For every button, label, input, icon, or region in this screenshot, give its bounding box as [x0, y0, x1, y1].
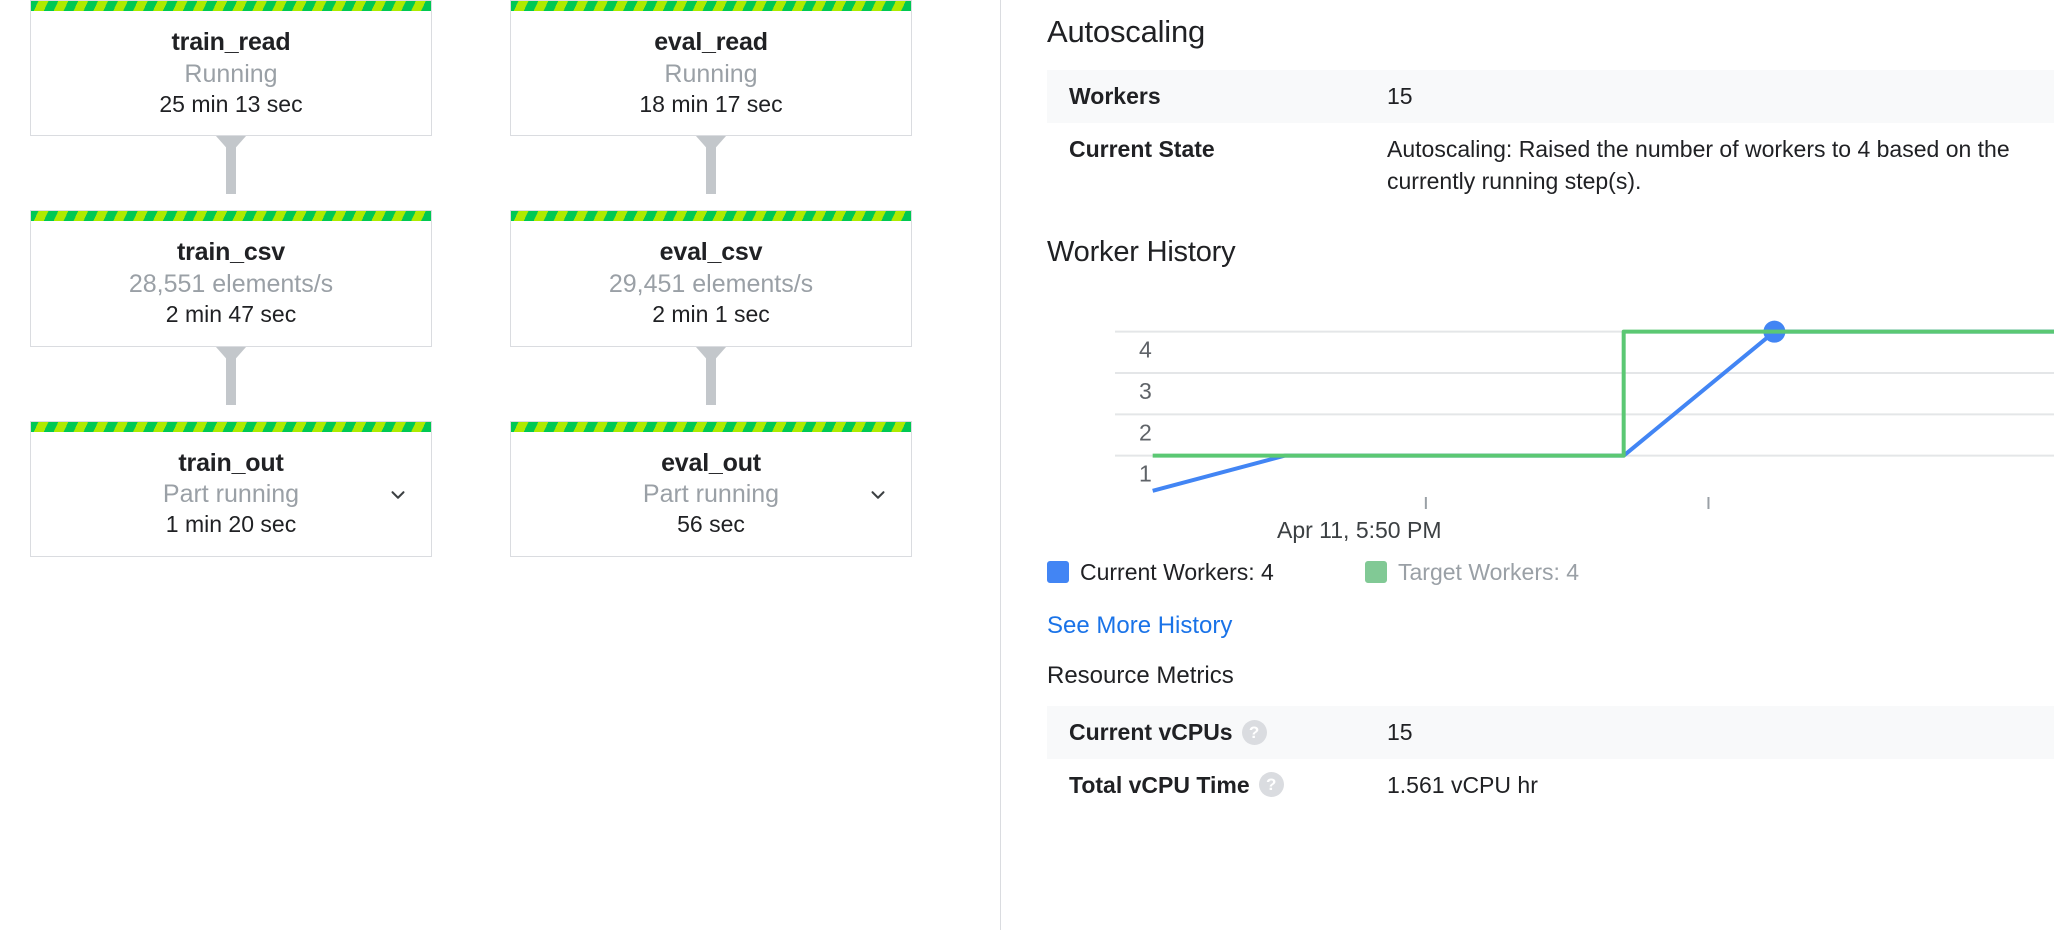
- autoscaling-table: Workers 15 Current State Autoscaling: Ra…: [1047, 70, 2054, 208]
- table-row: Total vCPU Time ? 1.561 vCPU hr: [1047, 759, 2054, 812]
- node-status: Part running: [642, 480, 780, 509]
- node-duration: 56 sec: [677, 511, 745, 538]
- pipeline-column-train: train_read Running 25 min 13 sec train_c…: [30, 0, 432, 558]
- pipeline-graph-panel: train_read Running 25 min 13 sec train_c…: [0, 0, 1000, 930]
- chart-legend: Current Workers: 4 Target Workers: 4: [1047, 559, 2054, 586]
- progress-stripe: [510, 210, 912, 222]
- node-connector: [510, 346, 912, 421]
- pipeline-column-eval: eval_read Running 18 min 17 sec eval_csv…: [510, 0, 912, 558]
- node-title: eval_out: [661, 448, 761, 477]
- x-axis-tick-label: Apr 11, 5:50 PM: [1277, 516, 1442, 543]
- node-throughput: 28,551 elements/s: [128, 269, 334, 298]
- progress-stripe: [30, 210, 432, 222]
- legend-item-target-workers[interactable]: Target Workers: 4: [1365, 559, 1579, 586]
- legend-swatch: [1047, 561, 1069, 584]
- svg-text:2: 2: [1139, 419, 1152, 445]
- autoscaling-heading: Autoscaling: [1047, 14, 1206, 49]
- node-title: eval_csv: [659, 238, 763, 267]
- row-value: 15: [1387, 718, 1413, 745]
- row-key: Workers: [1069, 80, 1387, 113]
- progress-stripe: [510, 0, 912, 11]
- node-duration: 25 min 13 sec: [159, 90, 303, 117]
- legend-item-current-workers[interactable]: Current Workers: 4: [1047, 559, 1365, 586]
- node-title: train_csv: [177, 238, 285, 267]
- row-key-label: Total vCPU Time: [1069, 771, 1250, 798]
- legend-swatch: [1365, 561, 1387, 584]
- node-title: eval_read: [654, 28, 768, 56]
- row-key: Current vCPUs ?: [1069, 716, 1387, 749]
- node-title: train_out: [178, 448, 284, 477]
- worker-history-chart[interactable]: 1 2 3 4 Apr 11, 5:50 PM: [1047, 295, 2054, 545]
- table-row: Current State Autoscaling: Raised the nu…: [1047, 123, 2054, 208]
- see-more-history-link[interactable]: See More History: [1047, 612, 1232, 640]
- node-duration: 18 min 17 sec: [639, 90, 783, 117]
- worker-history-heading: Worker History: [1047, 235, 1236, 268]
- progress-stripe: [30, 0, 432, 11]
- help-icon[interactable]: ?: [1241, 719, 1267, 745]
- table-row: Current vCPUs ? 15: [1047, 705, 2054, 759]
- row-key-label: Current vCPUs: [1069, 718, 1233, 745]
- row-key-label: Workers: [1069, 83, 1161, 109]
- progress-stripe: [510, 420, 912, 432]
- row-value: Autoscaling: Raised the number of worker…: [1387, 135, 2010, 195]
- node-status: Running: [184, 59, 278, 88]
- progress-stripe: [30, 420, 432, 432]
- svg-text:3: 3: [1139, 378, 1152, 404]
- node-status: Running: [664, 59, 758, 88]
- row-key-label: Current State: [1069, 135, 1215, 162]
- row-value: 1.561 vCPU hr: [1387, 771, 1538, 798]
- legend-label: Target Workers: 4: [1398, 558, 1580, 585]
- resource-metrics-table: Current vCPUs ? 15 Total vCPU Time ? 1.5…: [1047, 705, 2054, 812]
- row-key: Current State: [1069, 133, 1387, 166]
- pipeline-node-eval-csv[interactable]: eval_csv 29,451 elements/s 2 min 1 sec: [510, 210, 912, 347]
- node-duration: 1 min 20 sec: [165, 511, 297, 538]
- svg-text:4: 4: [1139, 337, 1152, 363]
- chevron-down-icon[interactable]: [387, 484, 409, 506]
- table-row: Workers 15: [1047, 70, 2054, 123]
- resource-metrics-heading: Resource Metrics: [1047, 661, 1234, 689]
- node-duration: 2 min 1 sec: [652, 300, 770, 327]
- pipeline-node-train-csv[interactable]: train_csv 28,551 elements/s 2 min 47 sec: [30, 210, 432, 347]
- row-key: Total vCPU Time ?: [1069, 769, 1387, 802]
- pipeline-node-eval-read[interactable]: eval_read Running 18 min 17 sec: [510, 0, 912, 137]
- node-connector: [510, 136, 912, 210]
- node-title: train_read: [171, 28, 291, 56]
- node-status: Part running: [162, 480, 300, 509]
- pipeline-node-train-read[interactable]: train_read Running 25 min 13 sec: [30, 0, 432, 137]
- help-icon[interactable]: ?: [1258, 772, 1284, 798]
- node-duration: 2 min 47 sec: [165, 300, 297, 327]
- node-throughput: 29,451 elements/s: [608, 269, 814, 298]
- node-connector: [30, 136, 432, 210]
- svg-text:1: 1: [1139, 461, 1152, 487]
- pipeline-node-eval-out[interactable]: eval_out Part running 56 sec: [510, 420, 912, 558]
- row-value: 15: [1387, 83, 1413, 109]
- legend-label: Current Workers: 4: [1080, 558, 1274, 585]
- job-details-panel: Autoscaling Workers 15 Current State Aut…: [1001, 0, 2054, 930]
- pipeline-node-train-out[interactable]: train_out Part running 1 min 20 sec: [30, 420, 432, 558]
- chart-svg: 1 2 3 4: [1115, 320, 2054, 509]
- node-connector: [30, 346, 432, 421]
- chevron-down-icon[interactable]: [867, 484, 889, 506]
